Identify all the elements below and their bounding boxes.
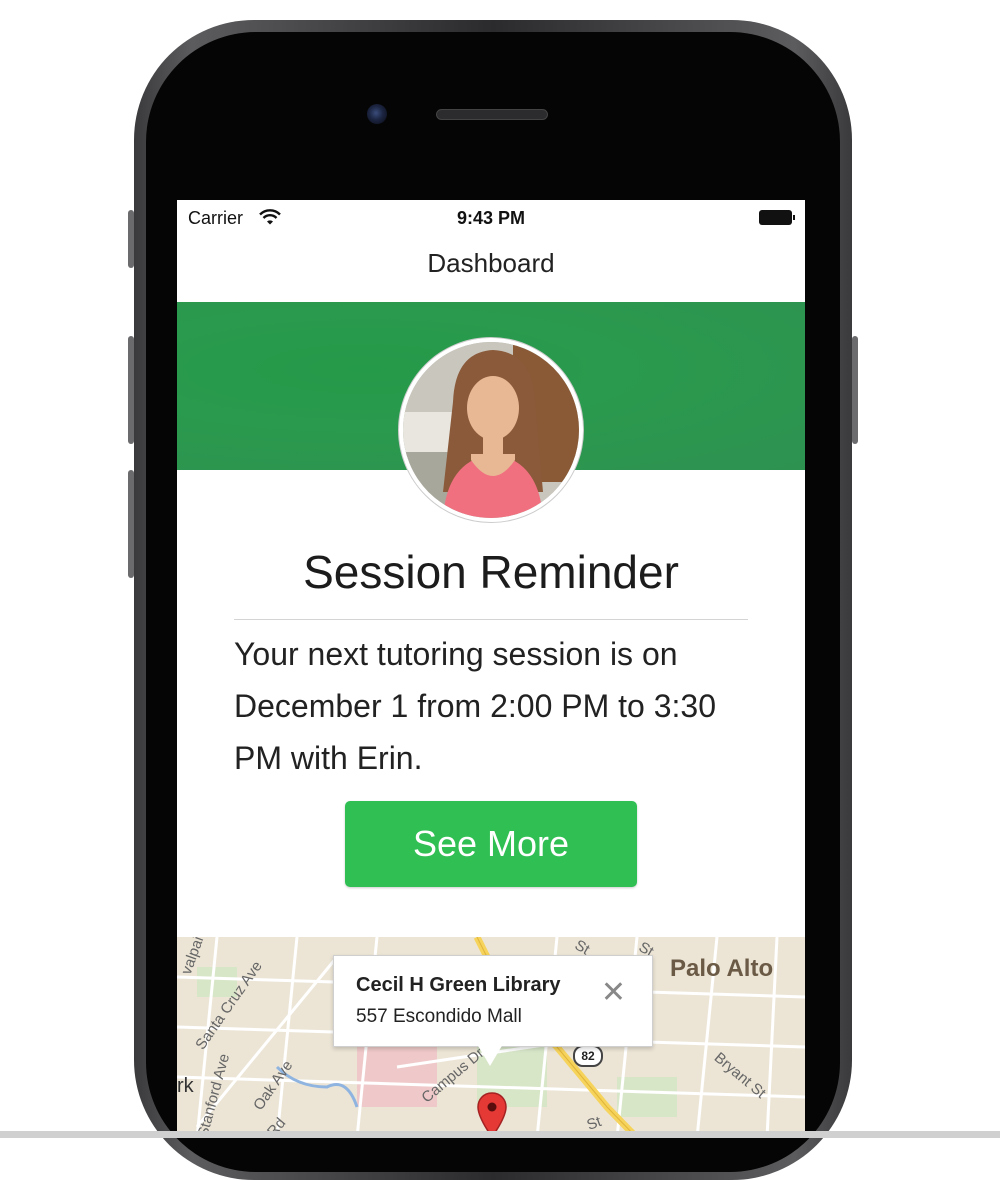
volume-down-button [128,470,134,578]
street-label: rk [177,1075,194,1097]
location-popup[interactable]: Cecil H Green Library 557 Escondido Mall… [333,955,653,1047]
highway-number: 82 [581,1049,595,1063]
earpiece-speaker [436,109,548,120]
front-camera [367,104,387,124]
popup-pointer [477,1044,503,1066]
card-title: Session Reminder [303,546,679,598]
volume-up-button [128,336,134,444]
highway-shield: 82 [573,1045,603,1067]
location-address: 557 Escondido Mall [356,1006,522,1027]
bottom-strip [0,1131,1000,1138]
close-icon[interactable]: ✕ [601,978,626,1008]
mute-switch [128,210,134,268]
nav-title: Dashboard [427,248,555,278]
map-view[interactable]: valpai Santa Cruz Ave Stanford Ave Oak A… [177,937,805,1138]
status-time: 9:43 PM [456,208,526,228]
power-button [852,336,858,444]
map-city-label: Palo Alto [670,955,774,982]
battery-icon [759,210,795,225]
see-more-button[interactable]: See More [345,801,637,887]
location-title: Cecil H Green Library [356,974,561,996]
status-bar: Carrier 9:43 PM [177,200,805,236]
session-message: Your next tutoring session is on Decembe… [234,636,716,776]
divider [234,619,748,620]
avatar-image [403,342,579,518]
avatar[interactable] [399,338,583,522]
app-screen: Carrier 9:43 PM Dashboard Session Remind… [177,200,805,1138]
